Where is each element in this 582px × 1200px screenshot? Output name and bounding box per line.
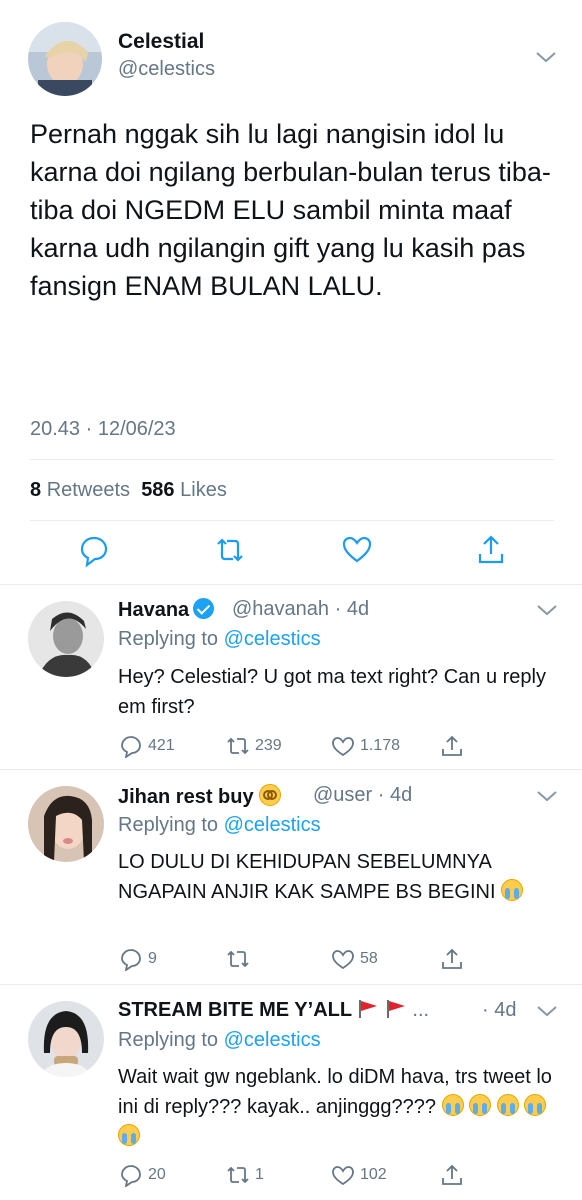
retweets-label[interactable]: Retweets [47, 479, 130, 501]
replying-to-mention[interactable]: @celestics [224, 628, 321, 650]
retweet-icon [227, 950, 249, 968]
like-icon [332, 950, 354, 970]
share-button[interactable] [440, 1161, 464, 1189]
crying-face-emoji-icon [501, 879, 524, 901]
reply-count: 9 [148, 950, 157, 967]
likes-count[interactable]: 586 [141, 479, 174, 501]
reply-handle-time[interactable]: @user · 4d [313, 784, 412, 807]
reply-tweet[interactable]: Havana @havanah · 4d Replying to @celest… [0, 585, 582, 770]
divider [30, 459, 554, 460]
reply-button[interactable]: 9 [119, 945, 157, 973]
chevron-down-icon[interactable] [536, 789, 558, 803]
replying-to: Replying to @celestics [118, 1029, 321, 1052]
retweet-button[interactable]: 239 [226, 732, 282, 760]
share-button[interactable] [440, 945, 464, 973]
replying-prefix: Replying to [118, 814, 219, 836]
chevron-down-icon[interactable] [536, 603, 558, 617]
like-button[interactable]: 1.178 [331, 732, 400, 760]
retweet-count: 239 [255, 737, 282, 754]
retweet-count: 1 [255, 1166, 264, 1183]
reply-button[interactable]: 20 [119, 1161, 166, 1189]
reply-icon[interactable] [78, 532, 110, 568]
replying-to: Replying to @celestics [118, 814, 321, 837]
share-icon [442, 735, 462, 756]
reply-count: 20 [148, 1166, 166, 1183]
reply-author-name[interactable]: STREAM BITE ME Y’ALL ... [118, 999, 429, 1022]
crying-face-emoji-icon [496, 1094, 519, 1116]
reply-actions: 421 239 1.178 [0, 732, 582, 760]
like-count: 58 [360, 950, 378, 967]
reply-actions: 9 58 [0, 945, 582, 973]
reply-tweet[interactable]: Jihan rest buy @user · 4d Replying to @c… [0, 770, 582, 985]
reply-button[interactable]: 421 [119, 732, 175, 760]
reply-text-block: LO DULU DI KEHIDUPAN SEBELUMNYA NGAPAIN … [118, 847, 558, 907]
likes-label[interactable]: Likes [180, 479, 227, 501]
verified-badge-icon [193, 598, 215, 619]
like-icon [332, 737, 354, 757]
tweet-stats: 8 Retweets 586 Likes [30, 479, 227, 502]
retweet-icon [227, 737, 249, 755]
replying-to-mention[interactable]: @celestics [224, 814, 321, 836]
replying-prefix: Replying to [118, 628, 219, 650]
author-handle[interactable]: @celestics [118, 58, 215, 81]
like-button[interactable]: 102 [331, 1161, 387, 1189]
replying-prefix: Replying to [118, 1029, 219, 1051]
woozy-face-emoji-icon [259, 784, 282, 806]
replying-to-mention[interactable]: @celestics [224, 1029, 321, 1051]
reply-count: 421 [148, 737, 175, 754]
reply-avatar[interactable] [28, 1001, 104, 1077]
chevron-down-icon[interactable] [535, 50, 557, 64]
retweet-button[interactable] [226, 945, 255, 973]
reply-icon [121, 949, 141, 971]
author-name[interactable]: Celestial [118, 30, 204, 54]
share-icon [442, 948, 462, 969]
retweet-icon [227, 1166, 249, 1184]
reply-actions: 20 1 102 [0, 1161, 582, 1189]
reply-handle-time[interactable]: · 4d [482, 999, 516, 1022]
share-button[interactable] [440, 732, 464, 760]
divider [30, 520, 554, 521]
like-count: 102 [360, 1166, 387, 1183]
like-count: 1.178 [360, 737, 401, 754]
chevron-down-icon[interactable] [536, 1004, 558, 1018]
crying-face-emoji-icon [524, 1094, 547, 1116]
like-button[interactable]: 58 [331, 945, 378, 973]
reply-text: LO DULU DI KEHIDUPAN SEBELUMNYA NGAPAIN … [118, 851, 496, 903]
reply-author-name-text: Havana [118, 599, 190, 621]
like-icon [332, 1166, 354, 1186]
reply-handle-time[interactable]: @havanah · 4d [232, 598, 369, 621]
reply-icon [121, 736, 141, 758]
reply-text-block: Wait wait gw ngeblank. lo diDM hava, trs… [118, 1062, 558, 1152]
tweet-timestamp[interactable]: 20.43 · 12/06/23 [30, 418, 176, 441]
main-tweet: Celestial @celestics Pernah nggak sih lu… [0, 0, 582, 585]
crying-face-emoji-icon [441, 1094, 464, 1116]
reply-author-name-text: STREAM BITE ME Y’ALL [118, 999, 352, 1021]
reply-icon [121, 1165, 141, 1187]
reply-avatar[interactable] [28, 786, 104, 862]
like-icon[interactable] [341, 532, 373, 568]
red-flag-icon [357, 1000, 379, 1018]
share-icon [442, 1164, 462, 1185]
red-flag-icon [385, 1000, 407, 1018]
tweet-text: Pernah nggak sih lu lagi nangisin idol l… [30, 119, 551, 301]
reply-author-name-text: Jihan rest buy [118, 786, 254, 808]
reply-avatar[interactable] [28, 601, 104, 677]
reply-text: Hey? Celestial? U got ma text right? Can… [118, 666, 546, 718]
retweets-count[interactable]: 8 [30, 479, 41, 501]
name-ellipsis: ... [412, 999, 430, 1021]
replying-to: Replying to @celestics [118, 628, 321, 651]
reply-author-name[interactable]: Jihan rest buy [118, 784, 282, 809]
crying-face-emoji-icon [469, 1094, 492, 1116]
retweet-icon[interactable] [214, 532, 246, 568]
reply-tweet[interactable]: STREAM BITE ME Y’ALL ... · 4d Replying t… [0, 985, 582, 1200]
tweet-actions [0, 532, 582, 572]
crying-face-emoji-icon [118, 1124, 140, 1146]
reply-author-name[interactable]: Havana [118, 598, 215, 622]
retweet-button[interactable]: 1 [226, 1161, 264, 1189]
share-icon[interactable] [475, 532, 507, 568]
author-avatar[interactable] [28, 22, 102, 96]
